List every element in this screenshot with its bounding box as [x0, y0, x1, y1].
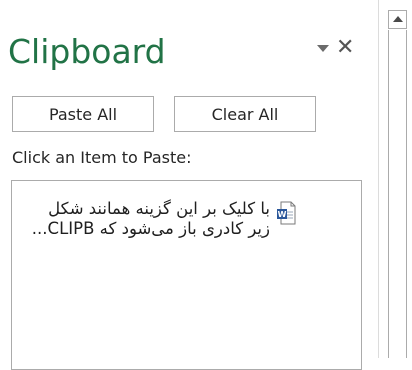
svg-text:W: W — [278, 210, 287, 219]
pane-title: Clipboard — [8, 32, 166, 71]
list-item[interactable]: W با کلیک بر این گزینه همانند شکل زیر کا… — [26, 199, 356, 239]
paste-hint-label: Click an Item to Paste: — [12, 148, 192, 167]
clear-all-button[interactable]: Clear All — [174, 96, 316, 132]
pane-title-controls: ✕ — [316, 37, 354, 59]
clipboard-item-text: با کلیک بر این گزینه همانند شکل زیر کادر… — [31, 199, 270, 238]
clipboard-item-list[interactable]: W با کلیک بر این گزینه همانند شکل زیر کا… — [11, 180, 362, 370]
word-document-icon: W — [276, 201, 296, 225]
paste-all-button[interactable]: Paste All — [12, 96, 154, 132]
vertical-scrollbar[interactable] — [388, 30, 407, 358]
close-icon[interactable]: ✕ — [336, 37, 354, 59]
task-pane-options-icon[interactable] — [316, 38, 330, 58]
scroll-up-button[interactable] — [388, 10, 407, 29]
